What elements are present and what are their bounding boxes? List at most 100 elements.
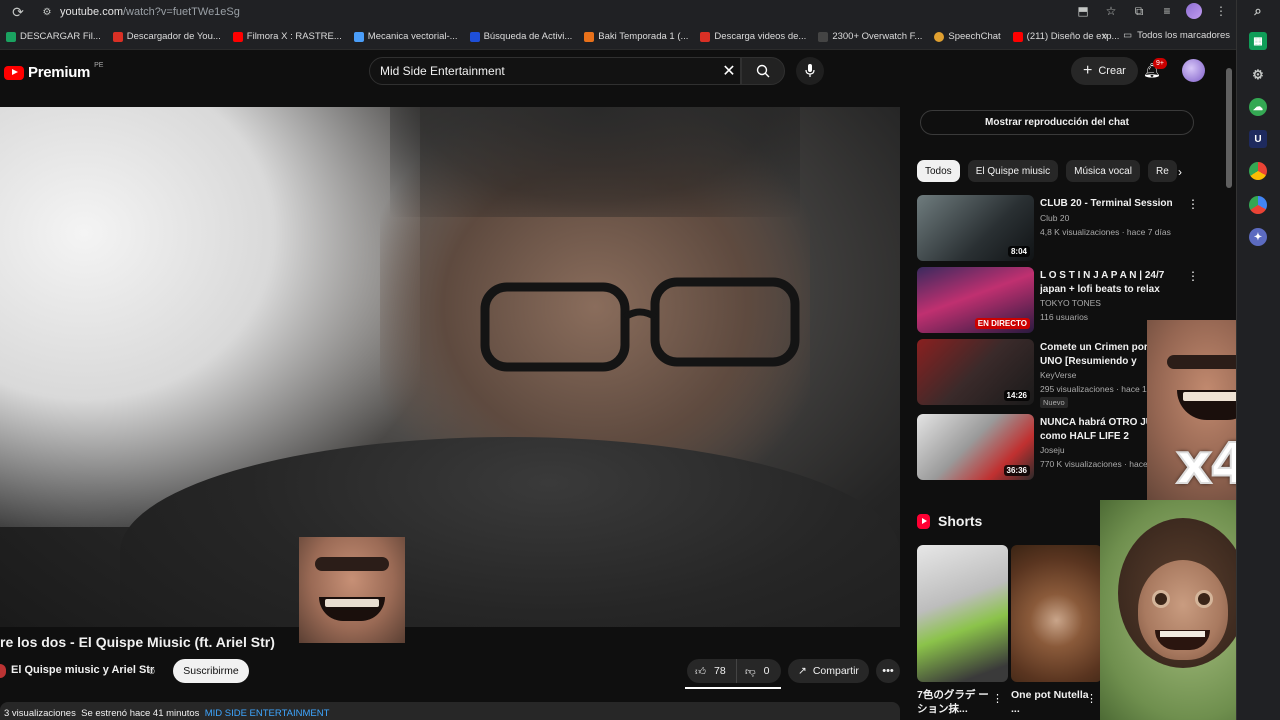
more-vert-icon[interactable]: ⋮ [1187,269,1199,283]
cloud-icon[interactable]: ☁ [1249,98,1267,116]
short-title[interactable]: 7色のグラデ ーション抹... [917,688,997,716]
site-info-icon[interactable]: ⚙ [40,5,54,19]
media-control-icon[interactable]: ≡ [1158,2,1176,20]
chip-vocal-music[interactable]: Música vocal [1066,160,1140,182]
bookmark-star-icon[interactable]: ☆ [1102,2,1120,20]
page-scrollbar[interactable] [1226,56,1232,720]
voice-search-button[interactable] [796,57,824,85]
bookmark-item[interactable]: Búsqueda de Activi... [469,31,572,42]
notification-count-badge: 9+ [1153,58,1167,69]
search-icon[interactable]: ⌕ [1249,2,1267,20]
bookmark-icon [469,31,480,42]
shorts-header: Shorts [917,513,982,529]
profile-avatar[interactable] [1186,3,1202,19]
all-bookmarks-button[interactable]: ▭ Todos los marcadores [1123,30,1230,41]
browser-menu-icon[interactable]: ⋮ [1212,2,1230,20]
short-thumbnail[interactable] [1011,545,1102,682]
share-button[interactable]: ↗ Compartir [788,659,869,683]
video-meta: 116 usuarios [1040,312,1089,322]
dislike-button[interactable]: 👎︎ 0 [737,659,770,683]
chip-all[interactable]: Todos [917,160,960,182]
more-vert-icon[interactable]: ⋮ [1086,692,1097,705]
search-button[interactable] [741,57,785,85]
bookmark-icon [700,31,711,42]
gear-icon[interactable]: ⚙ [1249,66,1267,84]
video-thumbnail[interactable]: EN DIRECTO [917,267,1034,333]
show-chat-replay-button[interactable]: Mostrar reproducción del chat [920,110,1194,135]
bookmark-item[interactable]: Baki Temporada 1 (... [584,31,688,42]
bookmark-item[interactable]: Descarga videos de... [700,31,806,42]
chip-channel[interactable]: El Quispe miusic [967,160,1059,182]
thumbs-down-icon: 👎︎ [745,665,756,678]
video-player[interactable] [0,107,900,627]
video-meta: 295 visualizaciones · hace 1 [1040,384,1147,394]
assistant-icon[interactable]: ✦ [1249,228,1267,246]
channel-name[interactable]: El Quispe miusic y Ariel Str [11,664,154,676]
more-vert-icon[interactable]: ⋮ [1187,197,1199,211]
laughing-face-overlay [299,537,405,643]
view-count: 3 visualizaciones [4,708,76,719]
address-bar[interactable]: youtube.com/watch?v=fuetTWe1eSg [60,6,240,18]
hashtag-link[interactable]: MID SIDE ENTERTAINMENT [205,708,330,719]
description-box[interactable]: 3 visualizaciones Se estrenó hace 41 min… [0,702,900,720]
bookmark-label: Mecanica vectorial-... [367,31,458,42]
bookmark-item[interactable]: 2300+ Overwatch F... [818,31,922,42]
bookmark-item[interactable]: DESCARGAR Fil... [6,31,101,42]
extensions-icon[interactable]: ⧉ [1130,2,1148,20]
chrome-icon[interactable] [1249,162,1267,180]
create-button[interactable]: + Crear [1071,57,1138,85]
video-hair [390,107,800,217]
folder-icon: ▭ [1123,30,1133,41]
bookmark-label: Baki Temporada 1 (... [598,31,689,42]
video-thumbnail[interactable]: 14:26 [917,339,1034,405]
subscribe-button[interactable]: Suscribirme [173,659,249,683]
bookmark-icon [1012,31,1023,42]
google-icon[interactable] [1249,196,1267,214]
premiere-time: Se estrenó hace 41 minutos [81,708,200,719]
scroll-thumb[interactable] [1226,68,1232,188]
channel-name[interactable]: TOKYO TONES [1040,298,1101,308]
more-dots-icon: ••• [882,665,894,677]
chevron-right-icon[interactable]: › [1172,164,1188,180]
verified-icon: ⊙ [148,666,156,676]
all-bookmarks-label: Todos los marcadores [1137,30,1230,41]
bookmark-item[interactable]: Mecanica vectorial-... [353,31,458,42]
search-input[interactable]: Mid Side Entertainment [369,57,741,85]
browser-toolbar: ⟳ ⚙ youtube.com/watch?v=fuetTWe1eSg ⬒ ☆ … [0,0,1236,24]
u-extension-icon[interactable]: U [1249,130,1267,148]
close-icon[interactable]: ✕ [720,62,738,80]
thumbs-up-icon: 👍︎ [695,665,706,678]
bookmark-icon [232,31,243,42]
youtube-header: Premium PE Mid Side Entertainment ✕ + Cre… [0,50,1236,96]
video-title[interactable]: CLUB 20 - Terminal Session [1040,197,1185,211]
bookmark-item[interactable]: Filmora X : RASTRE... [232,31,342,42]
share-label: Compartir [812,665,859,677]
recommendation-item[interactable]: 8:04 CLUB 20 - Terminal Session Club 20 … [917,195,1202,261]
short-title[interactable]: One pot Nutella ... [1011,688,1091,716]
install-app-icon[interactable]: ⬒ [1074,2,1092,20]
bookmarks-overflow-button[interactable]: » [1102,30,1108,42]
like-button[interactable]: 👍︎ 78 [687,659,737,683]
sheets-icon[interactable]: ▦ [1249,32,1267,50]
video-thumbnail[interactable]: 36:36 [917,414,1034,480]
youtube-logo[interactable]: Premium PE [4,62,103,81]
video-title[interactable]: L O S T I N J A P A N | 24/7 japan + lof… [1040,269,1185,297]
channel-avatar[interactable] [0,664,6,678]
video-thumbnail[interactable]: 8:04 [917,195,1034,261]
channel-name[interactable]: Club 20 [1040,213,1069,223]
reload-icon[interactable]: ⟳ [8,2,28,22]
channel-name[interactable]: Joseju [1040,445,1065,455]
bookmark-label: 2300+ Overwatch F... [832,31,923,42]
url-domain: youtube.com [60,6,123,18]
more-vert-icon[interactable]: ⋮ [992,692,1003,705]
channel-name[interactable]: KeyVerse [1040,370,1076,380]
video-meta: 4,8 K visualizaciones · hace 7 días [1040,227,1171,237]
bookmark-icon [112,31,123,42]
bookmark-item[interactable]: SpeechChat [934,31,1001,42]
browser-actions: ⬒ ☆ ⧉ ≡ ⋮ [1074,2,1230,20]
short-thumbnail[interactable] [917,545,1008,682]
avatar[interactable] [1182,59,1205,82]
bookmark-item[interactable]: Descargador de You... [112,31,221,42]
more-actions-button[interactable]: ••• [876,659,900,683]
bookmark-icon [353,31,364,42]
